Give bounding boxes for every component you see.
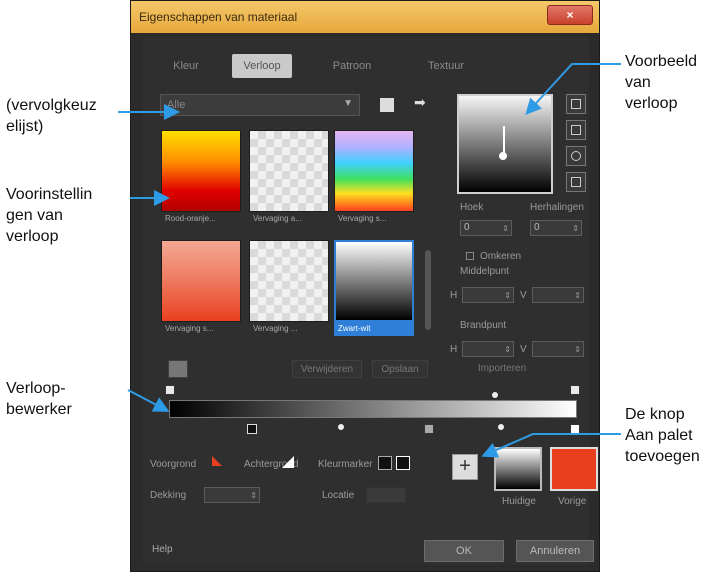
angle-handle[interactable] [499, 152, 507, 160]
opacity-input[interactable]: ⇕ [204, 487, 260, 503]
center-v-label: V [520, 290, 527, 301]
sunburst-icon [571, 177, 581, 187]
preset-label: Vervaging a... [253, 214, 302, 223]
preset-swatch[interactable] [161, 240, 241, 322]
annotation-dropdown: (vervolgkeuz elijst) [6, 97, 97, 135]
focal-v-input[interactable]: ⇕ [532, 341, 584, 357]
repeats-value: 0 [534, 222, 540, 233]
focal-h-input[interactable]: ⇕ [462, 341, 514, 357]
arrow-right-icon[interactable]: ➡ [414, 94, 426, 111]
current-label: Huidige [502, 496, 536, 507]
dialog-title: Eigenschappen van materiaal [139, 10, 298, 24]
spin-arrows-icon[interactable]: ⇕ [504, 289, 511, 303]
focal-v-label: V [520, 344, 527, 355]
preset-swatch[interactable] [249, 130, 329, 212]
linear-gradient-button[interactable] [566, 94, 586, 114]
save-preset-icon[interactable] [380, 98, 394, 112]
preset-label: Vervaging s... [165, 324, 214, 333]
stop-color-label: Kleurmarker [318, 459, 373, 470]
annotation-preview: Voorbeeld van verloop [625, 53, 698, 112]
invert-label: Omkeren [480, 251, 522, 262]
chevron-down-icon: ▼ [343, 98, 353, 109]
rectangle-icon [571, 125, 581, 135]
focal-h-label: H [450, 344, 458, 355]
sunburst-gradient-button[interactable] [566, 172, 586, 192]
spin-arrows-icon[interactable]: ⇕ [574, 289, 581, 303]
angle-label: Hoek [460, 202, 484, 213]
gradient-preview[interactable] [457, 94, 553, 194]
center-h-label: H [450, 290, 458, 301]
linear-icon [571, 99, 581, 109]
rectangular-gradient-button[interactable] [566, 120, 586, 140]
stop-color-swatch[interactable] [378, 456, 392, 470]
preset-swatch[interactable] [249, 240, 329, 322]
spin-arrows-icon[interactable]: ⇕ [574, 343, 581, 357]
title-bar[interactable]: Eigenschappen van materiaal × [131, 1, 599, 33]
tab-pattern[interactable]: Patroon [320, 54, 384, 78]
preset-swatch[interactable] [161, 130, 241, 212]
preset-dropdown-value: Alle [167, 99, 186, 111]
invert-checkbox[interactable] [466, 252, 474, 260]
color-stop-right[interactable] [570, 424, 580, 434]
spin-arrows-icon[interactable]: ⇕ [250, 489, 257, 503]
focal-label: Brandpunt [460, 320, 507, 331]
color-midpoint[interactable] [498, 424, 504, 430]
cancel-button[interactable]: Annuleren [516, 540, 594, 562]
annotation-editor: Verloop- bewerker [6, 380, 72, 418]
current-swatch[interactable] [494, 447, 542, 491]
tab-texture[interactable]: Textuur [414, 54, 478, 78]
radial-gradient-button[interactable] [566, 146, 586, 166]
color-midpoint[interactable] [338, 424, 344, 430]
location-label: Locatie [322, 490, 355, 501]
location-input[interactable] [366, 487, 406, 503]
preset-scrollbar[interactable] [425, 250, 431, 330]
gradient-editor-bar[interactable] [169, 400, 577, 418]
new-preset-button[interactable] [168, 360, 188, 378]
stop-color-swatch-alt[interactable] [396, 456, 410, 470]
color-stop-middle[interactable] [424, 424, 434, 434]
opacity-stop-right[interactable] [570, 385, 580, 395]
ok-button[interactable]: OK [424, 540, 504, 562]
spin-arrows-icon[interactable]: ⇕ [502, 222, 509, 236]
tab-color[interactable]: Kleur [160, 54, 212, 78]
angle-input[interactable]: 0 ⇕ [460, 220, 512, 236]
spin-arrows-icon[interactable]: ⇕ [504, 343, 511, 357]
opacity-stop-left[interactable] [165, 385, 175, 395]
foreground-label: Voorgrond [150, 459, 197, 470]
preset-label: Vervaging ... [253, 324, 298, 333]
add-to-palette-button[interactable]: + [452, 454, 478, 480]
save-button[interactable]: Opslaan [372, 360, 428, 378]
color-stop-left[interactable] [247, 424, 257, 434]
preset-label: Rood-oranje... [165, 214, 216, 223]
tab-gradient[interactable]: Verloop [232, 54, 292, 78]
center-label: Middelpunt [460, 266, 509, 277]
repeats-input[interactable]: 0 ⇕ [530, 220, 582, 236]
preset-swatch-selected[interactable] [334, 240, 414, 322]
preset-label-selected: Zwart-wit [334, 322, 414, 336]
annotation-presets: Voorinstellin gen van verloop [6, 186, 93, 245]
opacity-label: Dekking [150, 490, 187, 501]
foreground-swatch-icon[interactable] [212, 456, 222, 466]
repeats-label: Herhalingen [530, 202, 584, 213]
delete-button[interactable]: Verwijderen [292, 360, 362, 378]
circle-icon [571, 151, 581, 161]
angle-value: 0 [464, 222, 470, 233]
center-v-input[interactable]: ⇕ [532, 287, 584, 303]
previous-swatch[interactable] [550, 447, 598, 491]
previous-label: Vorige [558, 496, 587, 507]
preset-dropdown[interactable]: Alle ▼ [160, 94, 360, 116]
opacity-midpoint[interactable] [492, 392, 498, 398]
import-button[interactable]: Importeren [462, 360, 542, 378]
spin-arrows-icon[interactable]: ⇕ [572, 222, 579, 236]
close-button[interactable]: × [547, 5, 593, 25]
preset-label: Vervaging s... [338, 214, 387, 223]
close-icon: × [566, 8, 574, 22]
help-link[interactable]: Help [152, 544, 173, 555]
preset-swatch[interactable] [334, 130, 414, 212]
annotation-add-button: De knop Aan palet toevoegen [625, 406, 700, 465]
background-swatch-icon[interactable] [282, 456, 294, 468]
plus-icon: + [459, 455, 471, 477]
center-h-input[interactable]: ⇕ [462, 287, 514, 303]
